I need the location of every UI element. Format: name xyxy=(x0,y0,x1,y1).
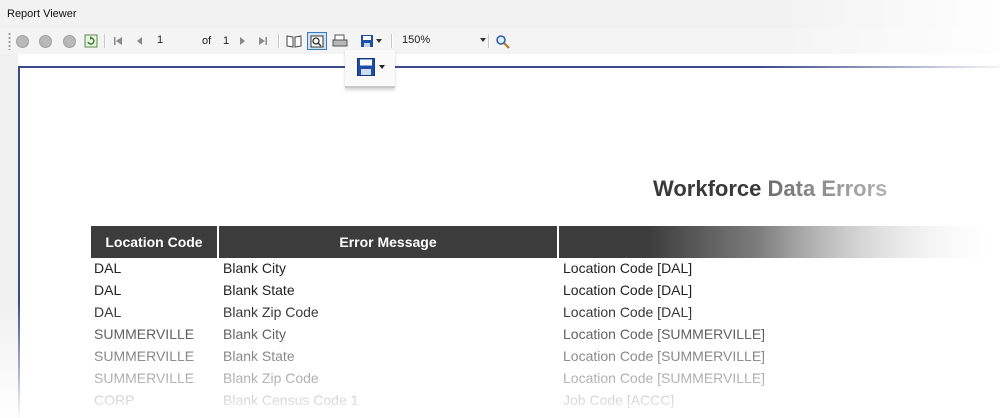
page-of-label: of xyxy=(202,35,212,47)
cell-error-message: Blank Zip Code xyxy=(223,304,319,320)
report-title-part2: Data Errors xyxy=(767,176,888,201)
cell-error-message: Blank State xyxy=(223,348,295,364)
table-row: DAL Blank City Location Code [DAL] xyxy=(0,260,1000,282)
last-page-icon xyxy=(259,37,267,45)
forward-button[interactable] xyxy=(38,33,53,49)
export-button[interactable] xyxy=(356,33,386,49)
toolbar-grip[interactable] xyxy=(8,32,11,50)
toolbar-separator xyxy=(104,34,106,48)
cell-details: Location Code [SUMMERVILLE] xyxy=(563,370,766,386)
column-header-error-message: Error Message xyxy=(219,226,557,258)
cell-location-code: DAL xyxy=(94,260,122,276)
column-header-details xyxy=(559,226,1000,258)
cell-details: Job Code [ACCC] xyxy=(563,392,675,408)
chevron-down-icon xyxy=(376,38,382,43)
toolbar-separator xyxy=(278,34,280,48)
print-layout-button[interactable] xyxy=(307,32,327,50)
window-title: Report Viewer xyxy=(7,8,77,20)
previous-page-button[interactable] xyxy=(133,33,147,49)
back-icon xyxy=(16,34,29,48)
next-page-icon xyxy=(240,37,245,45)
document-map-icon xyxy=(286,35,302,48)
first-page-icon xyxy=(114,37,122,45)
page-total: 1 xyxy=(223,35,230,47)
first-page-button[interactable] xyxy=(111,33,125,49)
cell-details: Location Code [DAL] xyxy=(563,260,693,276)
cell-location-code: DAL xyxy=(94,282,122,298)
print-layout-icon xyxy=(310,35,324,47)
toolbar: 1 of 1 150% xyxy=(0,28,1000,54)
cell-error-message: Blank State xyxy=(223,282,295,298)
cell-location-code: SUMMERVILLE xyxy=(94,326,195,342)
previous-page-icon xyxy=(137,37,142,45)
cell-details: Location Code [SUMMERVILLE] xyxy=(563,326,766,342)
report-title: Workforce Data Errors xyxy=(653,176,887,202)
find-button[interactable] xyxy=(493,33,511,49)
cell-details: Location Code [SUMMERVILLE] xyxy=(563,348,766,364)
table-row: SUMMERVILLE Blank City Location Code [SU… xyxy=(0,326,1000,348)
save-icon xyxy=(357,58,375,76)
table-row: SUMMERVILLE Blank State Location Code [S… xyxy=(0,348,1000,370)
stop-button[interactable] xyxy=(62,33,77,49)
cell-error-message: Blank City xyxy=(223,260,287,276)
page-setup-icon xyxy=(332,34,348,47)
table-row: DAL Blank Zip Code Location Code [DAL] xyxy=(0,304,1000,326)
find-icon xyxy=(495,34,510,49)
page-setup-button[interactable] xyxy=(331,33,349,49)
chevron-down-icon xyxy=(379,65,385,69)
export-callout[interactable] xyxy=(345,50,395,88)
report-viewport[interactable]: Workforce Data Errors Location Code Erro… xyxy=(0,54,1000,418)
cell-location-code: DAL xyxy=(94,304,122,320)
last-page-button[interactable] xyxy=(256,33,270,49)
next-page-button[interactable] xyxy=(235,33,249,49)
title-bar: Report Viewer xyxy=(0,0,1000,28)
toolbar-separator xyxy=(391,34,393,48)
cell-location-code: SUMMERVILLE xyxy=(94,370,195,386)
export-icon xyxy=(361,35,373,47)
table-row: SUMMERVILLE Blank Zip Code Location Code… xyxy=(0,370,1000,392)
refresh-icon xyxy=(84,34,98,48)
table-row: CORP Blank Census Code 1 Job Code [ACCC] xyxy=(0,392,1000,414)
cell-location-code: CORP xyxy=(94,392,135,408)
current-page-input[interactable]: 1 xyxy=(155,32,193,49)
cell-details: Location Code [DAL] xyxy=(563,304,693,320)
report-viewer-window: Report Viewer 1 of 1 150% Workforce Data… xyxy=(0,0,1000,418)
document-map-button[interactable] xyxy=(285,33,303,49)
back-button[interactable] xyxy=(15,33,30,49)
toolbar-separator xyxy=(488,34,490,48)
table-row: DAL Blank State Location Code [DAL] xyxy=(0,282,1000,304)
column-header-location-code: Location Code xyxy=(91,226,217,258)
stop-icon xyxy=(63,34,76,48)
refresh-button[interactable] xyxy=(83,33,99,49)
cell-error-message: Blank City xyxy=(223,326,287,342)
cell-error-message: Blank Zip Code xyxy=(223,370,319,386)
zoom-select[interactable]: 150% xyxy=(398,32,488,49)
cell-details: Location Code [DAL] xyxy=(563,282,693,298)
zoom-value: 150% xyxy=(402,34,431,46)
chevron-down-icon xyxy=(480,38,486,42)
report-title-part1: Workforce xyxy=(653,176,762,201)
cell-error-message: Blank Census Code 1 xyxy=(223,392,359,408)
cell-location-code: SUMMERVILLE xyxy=(94,348,195,364)
forward-icon xyxy=(39,34,52,48)
